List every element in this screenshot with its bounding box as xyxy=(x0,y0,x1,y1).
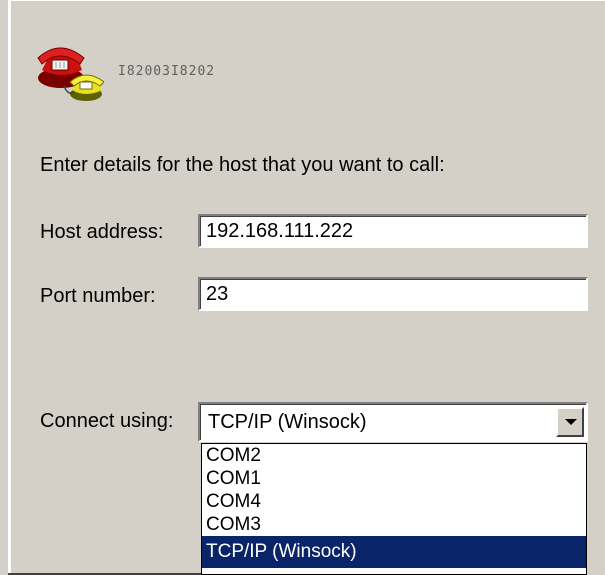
host-address-label: Host address: xyxy=(40,221,164,243)
dropdown-option-com4[interactable]: COM4 xyxy=(202,490,586,513)
dropdown-button[interactable] xyxy=(556,407,584,437)
connect-using-label: Connect using: xyxy=(40,410,174,432)
host-address-field[interactable] xyxy=(198,214,588,248)
dialog-top-edge xyxy=(8,0,605,1)
connect-using-combobox[interactable]: TCP/IP (Winsock) xyxy=(198,402,588,442)
port-number-label: Port number: xyxy=(40,285,156,307)
instruction-text: Enter details for the host that you want… xyxy=(40,154,445,176)
connection-name: I82003I8202 xyxy=(118,64,216,79)
dropdown-option-com2[interactable]: COM2 xyxy=(202,444,586,467)
dropdown-option-com1[interactable]: COM1 xyxy=(202,467,586,490)
connect-using-value: TCP/IP (Winsock) xyxy=(208,411,367,433)
port-number-field[interactable] xyxy=(198,277,588,311)
connect-dialog: I82003I8202 Enter details for the host t… xyxy=(0,0,605,575)
chevron-down-icon xyxy=(565,419,577,425)
host-address-input[interactable] xyxy=(200,216,586,246)
dropdown-option-com3[interactable]: COM3 xyxy=(202,513,586,536)
connect-using-dropdown-list[interactable]: COM2 COM1 COM4 COM3 TCP/IP (Winsock) xyxy=(201,443,587,575)
port-number-input[interactable] xyxy=(200,279,586,309)
dialog-left-edge xyxy=(8,0,10,575)
dropdown-option-tcpip-winsock[interactable]: TCP/IP (Winsock) xyxy=(202,536,586,568)
phone-connection-icon xyxy=(37,47,104,101)
